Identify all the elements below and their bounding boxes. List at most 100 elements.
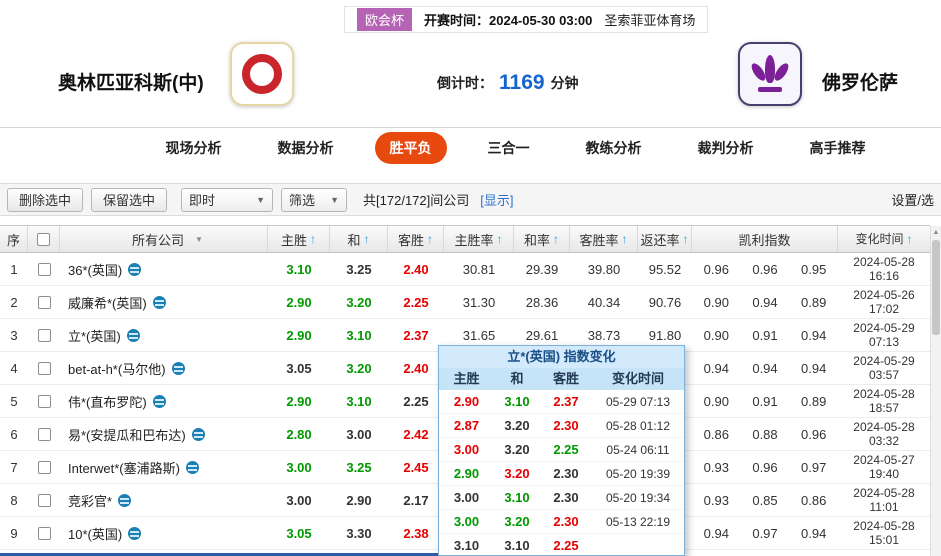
kelly-cell: 0.86 0.88 0.96 — [692, 427, 838, 442]
away-odds-cell[interactable]: 2.40 — [388, 361, 444, 376]
row-checkbox[interactable] — [37, 526, 51, 540]
company-name[interactable]: Interwet*(塞浦路斯) — [68, 458, 180, 477]
company-detail-icon[interactable] — [128, 262, 142, 276]
company-detail-icon[interactable] — [152, 295, 166, 309]
row-checkbox[interactable] — [37, 460, 51, 474]
header-return-rate[interactable]: 返还率 ↑ — [638, 226, 692, 252]
away-odds-cell[interactable]: 2.25 — [388, 295, 444, 310]
row-checkbox[interactable] — [37, 295, 51, 309]
scrollbar-thumb[interactable] — [932, 240, 940, 335]
company-name[interactable]: 伟*(直布罗陀) — [68, 392, 147, 411]
home-odds-cell[interactable]: 3.05 — [268, 361, 330, 376]
draw-odds-cell[interactable]: 3.30 — [330, 526, 388, 541]
away-odds-cell[interactable]: 2.40 — [388, 262, 444, 277]
draw-odds-cell[interactable]: 3.00 — [330, 427, 388, 442]
draw-odds-cell[interactable]: 3.20 — [330, 361, 388, 376]
company-name[interactable]: 立*(英国) — [68, 326, 121, 345]
home-odds-cell[interactable]: 2.90 — [268, 328, 330, 343]
tab-expert-picks[interactable]: 高手推荐 — [795, 132, 881, 164]
company-name[interactable]: 易*(安提瓜和巴布达) — [68, 425, 186, 444]
home-odds-cell[interactable]: 2.80 — [268, 427, 330, 442]
company-detail-icon[interactable] — [126, 328, 140, 342]
tab-live-analysis[interactable]: 现场分析 — [151, 132, 237, 164]
header-draw-odds[interactable]: 和 ↑ — [330, 226, 388, 252]
tab-data-analysis[interactable]: 数据分析 — [263, 132, 349, 164]
company-detail-icon[interactable] — [152, 394, 166, 408]
company-detail-icon[interactable] — [128, 526, 142, 540]
company-name[interactable]: 竞彩官* — [68, 491, 112, 510]
company-filter-icon[interactable]: ▼ — [195, 235, 203, 244]
away-rate-cell: 39.80 — [587, 261, 621, 277]
delete-selected-button[interactable]: 删除选中 — [7, 187, 84, 212]
away-odds-cell[interactable]: 2.45 — [388, 460, 444, 475]
row-checkbox[interactable] — [37, 427, 51, 441]
popup-history-row: 3.00 3.20 2.25 05-24 06:11 — [439, 438, 684, 462]
sort-icon[interactable]: ↑ — [683, 232, 689, 246]
countdown: 倒计时： 1169 分钟 — [437, 71, 579, 95]
row-checkbox[interactable] — [37, 361, 51, 375]
company-name[interactable]: 威廉希*(英国) — [68, 293, 147, 312]
scroll-up-icon[interactable]: ▲ — [931, 226, 941, 239]
header-home-odds[interactable]: 主胜 ↑ — [268, 226, 330, 252]
sort-icon[interactable]: ↑ — [364, 232, 370, 246]
away-odds-cell[interactable]: 2.42 — [388, 427, 444, 442]
sort-icon[interactable]: ↑ — [553, 232, 559, 246]
header-home-rate[interactable]: 主胜率 ↑ — [444, 226, 514, 252]
away-odds-cell[interactable]: 2.17 — [388, 493, 444, 508]
home-odds-cell[interactable]: 3.05 — [268, 526, 330, 541]
row-checkbox[interactable] — [37, 394, 51, 408]
filter-select[interactable]: 筛选 ▼ — [281, 187, 348, 212]
kelly-draw: 0.91 — [752, 393, 778, 409]
sort-icon[interactable]: ↑ — [497, 232, 503, 246]
show-link[interactable]: [显示] — [480, 190, 513, 209]
away-odds-cell[interactable]: 2.38 — [388, 526, 444, 541]
settings-link[interactable]: 设置/选 — [891, 190, 934, 209]
olympiacos-crest-icon — [242, 54, 282, 94]
sort-icon[interactable]: ↑ — [622, 232, 628, 246]
draw-odds-cell[interactable]: 3.10 — [330, 394, 388, 409]
analysis-tab-bar: 现场分析 数据分析 胜平负 三合一 教练分析 裁判分析 高手推荐 — [0, 127, 941, 168]
company-detail-icon[interactable] — [118, 493, 132, 507]
header-select-all[interactable] — [28, 226, 60, 252]
company-name[interactable]: bet-at-h*(马尔他) — [68, 359, 166, 378]
row-checkbox[interactable] — [37, 262, 51, 276]
draw-odds-cell[interactable]: 3.10 — [330, 328, 388, 343]
header-away-odds[interactable]: 客胜 ↑ — [388, 226, 444, 252]
header-draw-rate[interactable]: 和率 ↑ — [514, 226, 570, 252]
tab-win-draw-lose[interactable]: 胜平负 — [374, 132, 447, 164]
away-odds-cell[interactable]: 2.25 — [388, 394, 444, 409]
header-change-time[interactable]: 变化时间 ↑ — [838, 226, 930, 252]
tab-referee-analysis[interactable]: 裁判分析 — [683, 132, 769, 164]
company-name[interactable]: 10*(英国) — [68, 524, 122, 543]
table-row[interactable]: 1 36*(英国) 3.10 3.25 2.40 30.81 29.39 39.… — [0, 253, 930, 286]
row-checkbox[interactable] — [37, 328, 51, 342]
company-detail-icon[interactable] — [191, 427, 205, 441]
table-row[interactable]: 2 威廉希*(英国) 2.90 3.20 2.25 31.30 28.36 40… — [0, 286, 930, 319]
kelly-draw: 0.94 — [752, 360, 778, 376]
company-name[interactable]: 36*(英国) — [68, 260, 122, 279]
select-all-checkbox[interactable] — [37, 232, 50, 246]
vertical-scrollbar[interactable]: ▲ — [930, 226, 941, 556]
home-odds-cell[interactable]: 3.10 — [268, 262, 330, 277]
draw-odds-cell[interactable]: 3.20 — [330, 295, 388, 310]
company-detail-icon[interactable] — [185, 460, 199, 474]
header-away-rate[interactable]: 客胜率 ↑ — [570, 226, 638, 252]
header-company[interactable]: 所有公司 ▼ — [60, 226, 268, 252]
draw-odds-cell[interactable]: 3.25 — [330, 262, 388, 277]
keep-selected-button[interactable]: 保留选中 — [91, 187, 168, 212]
tab-three-in-one[interactable]: 三合一 — [473, 132, 545, 164]
draw-odds-cell[interactable]: 2.90 — [330, 493, 388, 508]
tab-coach-analysis[interactable]: 教练分析 — [571, 132, 657, 164]
company-detail-icon[interactable] — [171, 361, 185, 375]
home-odds-cell[interactable]: 3.00 — [268, 493, 330, 508]
row-checkbox[interactable] — [37, 493, 51, 507]
sort-icon[interactable]: ↑ — [310, 232, 316, 246]
sort-icon[interactable]: ↑ — [907, 232, 913, 246]
away-odds-cell[interactable]: 2.37 — [388, 328, 444, 343]
sort-icon[interactable]: ↑ — [427, 232, 433, 246]
draw-odds-cell[interactable]: 3.25 — [330, 460, 388, 475]
home-odds-cell[interactable]: 2.90 — [268, 394, 330, 409]
time-filter-select[interactable]: 即时 ▼ — [181, 187, 274, 212]
home-odds-cell[interactable]: 2.90 — [268, 295, 330, 310]
home-odds-cell[interactable]: 3.00 — [268, 460, 330, 475]
